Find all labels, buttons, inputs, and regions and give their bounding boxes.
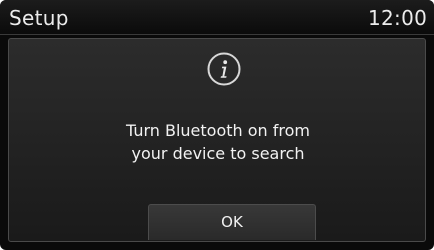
clock: 12:00	[368, 6, 428, 30]
bluetooth-dialog: Turn Bluetooth on from your device to se…	[8, 38, 426, 242]
head-unit-screen: Setup 12:00 Turn Bluetooth on from your …	[0, 0, 434, 250]
dialog-message: Turn Bluetooth on from your device to se…	[125, 121, 310, 163]
status-bar: Setup 12:00	[0, 0, 434, 34]
title-divider	[0, 34, 434, 35]
ok-button[interactable]: OK	[148, 204, 316, 240]
screen-title: Setup	[9, 6, 69, 30]
info-icon	[207, 52, 241, 86]
